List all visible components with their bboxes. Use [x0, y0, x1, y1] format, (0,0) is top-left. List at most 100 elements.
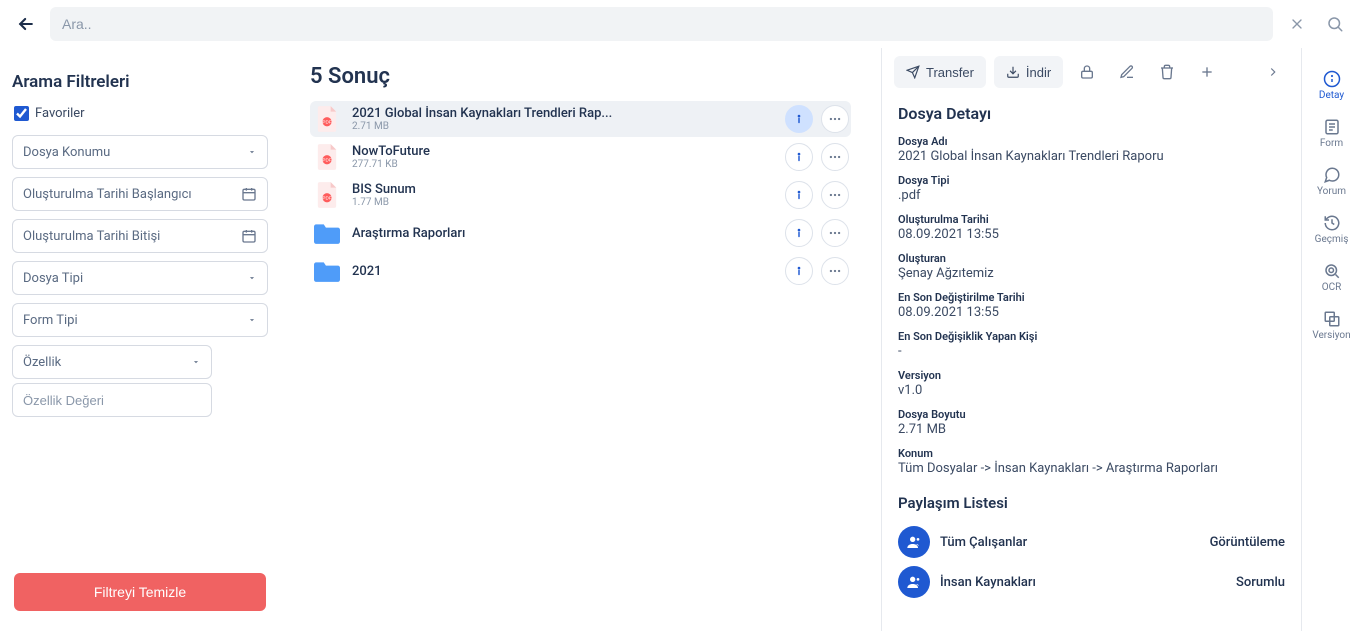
file-type-placeholder: Dosya Tipi [23, 271, 83, 286]
detail-version-value: v1.0 [898, 383, 1285, 398]
folder-icon [312, 256, 342, 286]
delete-button[interactable] [1151, 56, 1183, 88]
share-name: İnsan Kaynakları [940, 575, 1226, 590]
favorites-checkbox[interactable] [14, 106, 29, 121]
pdf-icon: PDF [312, 180, 342, 210]
clear-filter-button[interactable]: Filtreyi Temizle [14, 573, 266, 611]
result-row[interactable]: Araştırma Raporları [310, 215, 851, 251]
share-row: Tüm Çalışanlar Görüntüleme [898, 522, 1285, 562]
result-row[interactable]: PDFBIS Sunum1.77 MB [310, 177, 851, 213]
detail-name-value: 2021 Global İnsan Kaynakları Trendleri R… [898, 149, 1285, 164]
svg-text:PDF: PDF [322, 158, 331, 163]
detail-location-value: Tüm Dosyalar -> İnsan Kaynakları -> Araş… [898, 461, 1285, 476]
tab-comment-label: Yorum [1317, 186, 1346, 197]
search-bar[interactable] [50, 7, 1273, 41]
more-button[interactable] [821, 181, 849, 209]
detail-created-label: Oluşturulma Tarihi [898, 213, 1285, 226]
history-icon [1321, 212, 1343, 234]
ocr-icon [1321, 260, 1343, 282]
share-role: Sorumlu [1236, 575, 1285, 590]
tab-history-label: Geçmiş [1315, 234, 1349, 245]
property-select[interactable]: Özellik [12, 345, 212, 379]
share-role: Görüntüleme [1210, 535, 1285, 550]
file-name: Araştırma Raporları [352, 226, 785, 241]
detail-modified-value: 08.09.2021 13:55 [898, 305, 1285, 320]
expand-button[interactable] [1257, 56, 1289, 88]
download-button[interactable]: İndir [994, 56, 1063, 88]
add-button[interactable] [1191, 56, 1223, 88]
tab-version[interactable]: Versiyon [1307, 300, 1357, 348]
created-start-date[interactable]: Oluşturulma Tarihi Başlangıcı [12, 177, 268, 211]
detail-creator-label: Oluşturan [898, 252, 1285, 265]
share-title: Paylaşım Listesi [898, 494, 1285, 512]
plus-icon [1199, 64, 1215, 80]
info-button[interactable] [785, 143, 813, 171]
file-name: NowToFuture [352, 144, 785, 159]
file-name: 2021 Global İnsan Kaynakları Trendleri R… [352, 106, 785, 121]
more-button[interactable] [821, 105, 849, 133]
detail-version-label: Versiyon [898, 369, 1285, 382]
search-icon[interactable] [1321, 10, 1349, 38]
form-icon [1321, 116, 1343, 138]
tab-detail[interactable]: Detay [1307, 60, 1357, 108]
file-location-select[interactable]: Dosya Konumu [12, 135, 268, 169]
share-row: İnsan Kaynakları Sorumlu [898, 562, 1285, 602]
more-button[interactable] [821, 219, 849, 247]
transfer-label: Transfer [926, 65, 974, 80]
download-icon [1006, 65, 1020, 79]
property-value-input-wrap[interactable] [12, 383, 212, 417]
share-name: Tüm Çalışanlar [940, 535, 1200, 550]
tab-detail-label: Detay [1319, 90, 1344, 101]
created-end-date[interactable]: Oluşturulma Tarihi Bitişi [12, 219, 268, 253]
svg-text:PDF: PDF [322, 196, 331, 201]
detail-location-label: Konum [898, 447, 1285, 460]
result-row[interactable]: 2021 [310, 253, 851, 289]
search-input[interactable] [62, 16, 1261, 32]
version-icon [1321, 308, 1343, 330]
lock-button[interactable] [1071, 56, 1103, 88]
tab-form[interactable]: Form [1307, 108, 1357, 156]
clear-search-icon[interactable] [1283, 10, 1311, 38]
info-button[interactable] [785, 257, 813, 285]
tab-ocr[interactable]: OCR [1307, 252, 1357, 300]
calendar-icon [241, 228, 257, 244]
detail-heading: Dosya Detayı [898, 104, 1285, 123]
tab-history[interactable]: Geçmiş [1307, 204, 1357, 252]
edit-icon [1119, 64, 1135, 80]
file-size: 2.71 MB [352, 121, 785, 132]
result-row[interactable]: PDF NowToFuture277.71 KB [310, 139, 851, 175]
chevron-down-icon [247, 147, 257, 157]
detail-type-label: Dosya Tipi [898, 174, 1285, 187]
favorites-label: Favoriler [35, 106, 85, 121]
info-button[interactable] [785, 219, 813, 247]
tab-form-label: Form [1320, 138, 1343, 149]
file-type-select[interactable]: Dosya Tipi [12, 261, 268, 295]
calendar-icon [241, 186, 257, 202]
info-button[interactable] [785, 105, 813, 133]
file-size: 277.71 KB [352, 159, 785, 170]
tab-ocr-label: OCR [1322, 282, 1342, 293]
created-start-placeholder: Oluşturulma Tarihi Başlangıcı [23, 187, 192, 202]
file-name: 2021 [352, 264, 785, 279]
detail-created-value: 08.09.2021 13:55 [898, 227, 1285, 242]
detail-name-label: Dosya Adı [898, 135, 1285, 148]
lock-icon [1079, 64, 1095, 80]
property-placeholder: Özellik [23, 355, 61, 370]
group-avatar-icon [898, 566, 930, 598]
result-row[interactable]: PDF 2021 Global İnsan Kaynakları Trendler… [310, 101, 851, 137]
edit-button[interactable] [1111, 56, 1143, 88]
form-type-select[interactable]: Form Tipi [12, 303, 268, 337]
detail-size-label: Dosya Boyutu [898, 408, 1285, 421]
back-button[interactable] [12, 10, 40, 38]
info-button[interactable] [785, 181, 813, 209]
property-value-input[interactable] [23, 393, 201, 408]
detail-modified-label: En Son Değiştirilme Tarihi [898, 291, 1285, 304]
more-button[interactable] [821, 143, 849, 171]
tab-comment[interactable]: Yorum [1307, 156, 1357, 204]
file-name: BIS Sunum [352, 182, 785, 197]
svg-text:PDF: PDF [322, 120, 331, 125]
transfer-button[interactable]: Transfer [894, 56, 986, 88]
more-button[interactable] [821, 257, 849, 285]
filters-title: Arama Filtreleri [12, 72, 268, 92]
detail-modifier-value: - [898, 344, 1285, 359]
